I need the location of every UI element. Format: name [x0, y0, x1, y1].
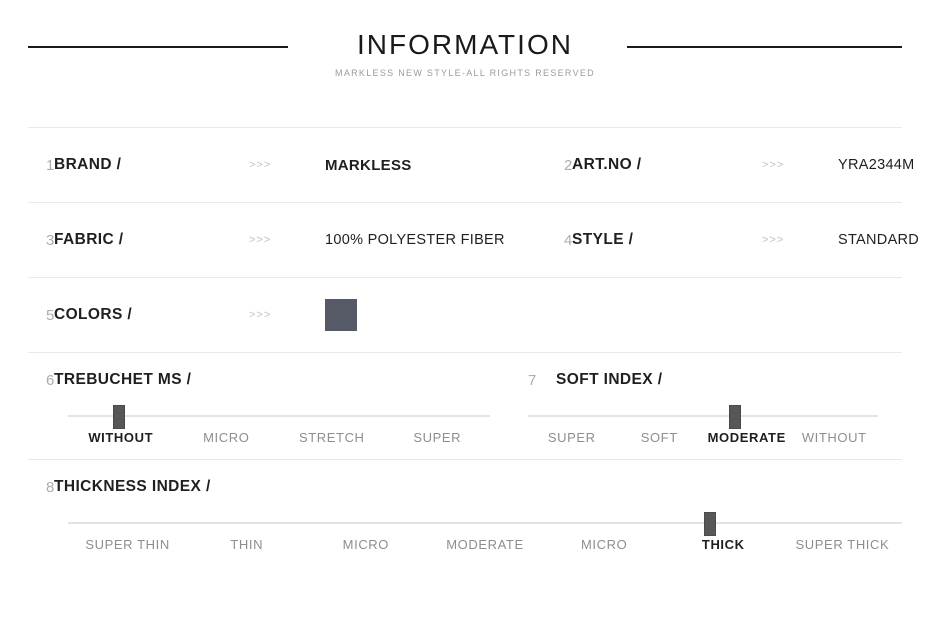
field-value-fabric: 100% POLYESTER FIBER	[325, 232, 505, 248]
slider-tick-labels: SUPER THIN THIN MICRO MODERATE MICRO THI…	[68, 537, 902, 552]
slider-tick[interactable]: WITHOUT	[68, 430, 174, 445]
slider-tick[interactable]: MICRO	[174, 430, 280, 445]
table-row: 3 FABRIC / >>> 100% POLYESTER FIBER 4 ST…	[28, 203, 919, 277]
slider-tick[interactable]: SUPER	[528, 430, 616, 445]
spec-cell-fabric: 3 FABRIC / >>> 100% POLYESTER FIBER	[28, 203, 540, 277]
slider-soft-index[interactable]: SUPER SOFT MODERATE WITHOUT	[528, 405, 878, 445]
field-label-style: STYLE /	[572, 231, 634, 248]
row-index: 4	[564, 231, 573, 249]
field-value-art-no: YRA2344M	[838, 157, 915, 173]
chevron-right-icon: >>>	[249, 159, 272, 171]
table-row: 5 COLORS / >>>	[28, 278, 902, 352]
slider-tick[interactable]: MODERATE	[703, 430, 791, 445]
slider-track[interactable]	[528, 405, 878, 429]
slider-track[interactable]	[68, 512, 902, 536]
spec-cell-style: 4 STYLE / >>> STANDARD	[540, 203, 919, 277]
table-row: 1 BRAND / >>> MARKLESS 2 ART.NO / >>> YR…	[28, 128, 914, 202]
slider-tick[interactable]: SUPER	[385, 430, 491, 445]
row-index: 3	[46, 231, 55, 249]
chevron-right-icon: >>>	[249, 234, 272, 246]
field-label-brand: BRAND /	[54, 156, 122, 173]
row-index: 7	[528, 371, 537, 389]
information-sheet: 1 BRAND / >>> MARKLESS 2 ART.NO / >>> YR…	[28, 127, 919, 566]
slider-tick[interactable]: SUPER THICK	[783, 537, 902, 552]
slider-track[interactable]	[68, 405, 490, 429]
slider-band-lower: 8 THICKNESS INDEX / SUPER THIN THIN MICR…	[28, 460, 902, 566]
row-index: 8	[46, 478, 55, 496]
slider-band-upper: 6 TREBUCHET MS / WITHOUT MICRO STRETCH S…	[28, 353, 902, 459]
spec-cell-colors: 5 COLORS / >>>	[28, 278, 540, 352]
slider-header: 7 SOFT INDEX /	[528, 371, 902, 389]
slider-group-thickness-index: 8 THICKNESS INDEX / SUPER THIN THIN MICR…	[28, 478, 902, 552]
spec-cell-art-no: 2 ART.NO / >>> YRA2344M	[540, 128, 915, 202]
header-text-block: INFORMATION MARKLESS NEW STYLE-ALL RIGHT…	[0, 28, 930, 78]
field-label-fabric: FABRIC /	[54, 231, 124, 248]
row-index: 6	[46, 371, 55, 389]
field-value-brand: MARKLESS	[325, 156, 412, 174]
slider-tick-labels: SUPER SOFT MODERATE WITHOUT	[528, 430, 878, 445]
slider-handle[interactable]	[112, 405, 125, 429]
spec-cell-empty	[540, 278, 902, 352]
slider-tick[interactable]: MICRO	[306, 537, 425, 552]
field-label-colors: COLORS /	[54, 306, 133, 323]
slider-header: 6 TREBUCHET MS /	[28, 371, 490, 389]
slider-tick[interactable]: THIN	[187, 537, 306, 552]
field-value-style: STANDARD	[838, 232, 920, 248]
slider-group-soft-index: 7 SOFT INDEX / SUPER SOFT MODERATE WITHO…	[490, 371, 902, 445]
color-swatch[interactable]	[325, 299, 357, 331]
field-label-trebuchet-ms: TREBUCHET MS /	[54, 371, 192, 388]
chevron-right-icon: >>>	[249, 309, 272, 321]
slider-tick[interactable]: MODERATE	[425, 537, 544, 552]
slider-header: 8 THICKNESS INDEX /	[28, 478, 902, 496]
slider-tick[interactable]: MICRO	[545, 537, 664, 552]
page-header: INFORMATION MARKLESS NEW STYLE-ALL RIGHT…	[0, 0, 930, 100]
slider-tick-labels: WITHOUT MICRO STRETCH SUPER	[68, 430, 490, 445]
slider-tick[interactable]: SUPER THIN	[68, 537, 187, 552]
page-subtitle: MARKLESS NEW STYLE-ALL RIGHTS RESERVED	[335, 68, 595, 78]
field-label-art-no: ART.NO /	[572, 156, 642, 173]
slider-tick[interactable]: STRETCH	[279, 430, 385, 445]
field-label-thickness-index: THICKNESS INDEX /	[54, 478, 211, 495]
slider-group-trebuchet-ms: 6 TREBUCHET MS / WITHOUT MICRO STRETCH S…	[28, 371, 490, 445]
slider-tick[interactable]: WITHOUT	[791, 430, 879, 445]
chevron-right-icon: >>>	[762, 234, 785, 246]
slider-handle[interactable]	[728, 405, 741, 429]
row-index: 2	[564, 156, 573, 174]
row-index: 1	[46, 156, 55, 174]
page-title: INFORMATION	[357, 29, 573, 60]
slider-trebuchet-ms[interactable]: WITHOUT MICRO STRETCH SUPER	[68, 405, 490, 445]
slider-tick[interactable]: THICK	[664, 537, 783, 552]
slider-thickness-index[interactable]: SUPER THIN THIN MICRO MODERATE MICRO THI…	[68, 512, 902, 552]
slider-handle[interactable]	[704, 512, 717, 536]
field-label-soft-index: SOFT INDEX /	[556, 371, 663, 388]
slider-tick[interactable]: SOFT	[616, 430, 704, 445]
row-index: 5	[46, 306, 55, 324]
spec-cell-brand: 1 BRAND / >>> MARKLESS	[28, 128, 540, 202]
chevron-right-icon: >>>	[762, 159, 785, 171]
